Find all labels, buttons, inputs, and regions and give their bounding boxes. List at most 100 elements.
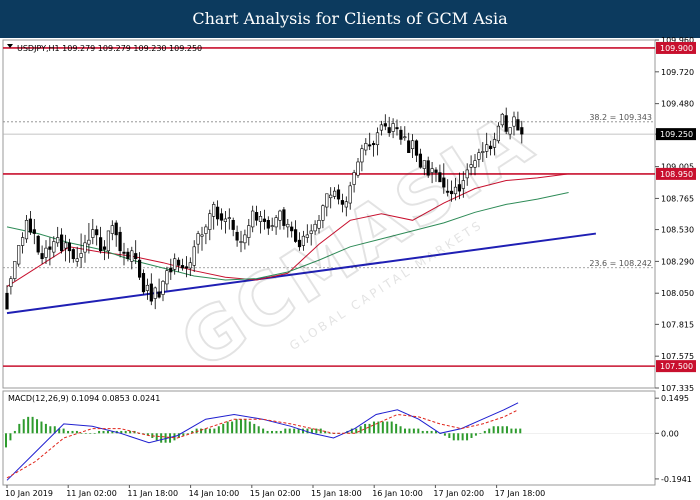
candle-body <box>114 222 118 236</box>
candle-body <box>130 250 134 262</box>
y-tick-label: 108.765 <box>661 194 694 203</box>
candle-body <box>110 225 114 234</box>
macd-histogram-bar <box>222 423 225 434</box>
candle-body <box>180 265 185 269</box>
candle-body <box>219 213 224 221</box>
macd-histogram-bar <box>408 428 411 434</box>
y-tick-label: 109.480 <box>661 100 694 109</box>
candle-body <box>196 233 200 245</box>
macd-histogram-bar <box>461 433 464 441</box>
candle-body <box>24 219 29 240</box>
candle-body <box>204 226 208 234</box>
candle-body <box>75 258 79 262</box>
candle-body <box>134 253 138 260</box>
chart-canvas: 38.2 = 109.34323.6 = 108.242 109.960109.… <box>2 36 696 498</box>
candle-body <box>371 143 376 146</box>
macd-header: MACD(12,26,9) 0.1094 0.0853 0.0241 <box>8 394 160 403</box>
macd-histogram-bar <box>466 433 469 441</box>
macd-histogram-bar <box>497 426 500 434</box>
candle-body <box>258 216 263 222</box>
candle-body <box>71 249 75 260</box>
macd-histogram-bar <box>488 428 491 434</box>
candle-body <box>102 246 107 250</box>
macd-histogram-bar <box>80 433 83 434</box>
macd-histogram-bar <box>355 428 358 434</box>
candle-body <box>36 235 40 253</box>
candle-body <box>332 190 337 197</box>
candle-body <box>212 204 216 217</box>
candle-body <box>122 251 126 254</box>
macd-histogram-bar <box>102 430 105 434</box>
candle-body <box>63 242 68 249</box>
macd-histogram-bar <box>62 428 65 434</box>
candle-body <box>28 218 33 233</box>
candle-body <box>145 284 150 291</box>
candle-body <box>223 218 228 222</box>
candle-body <box>173 258 177 270</box>
candle-body <box>91 229 95 238</box>
macd-histogram-bar <box>200 428 203 434</box>
macd-histogram-bar <box>514 428 517 434</box>
candle-body <box>231 219 235 230</box>
macd-histogram-bar <box>279 430 282 434</box>
candle-body <box>286 223 290 228</box>
macd-histogram-bar <box>262 428 265 434</box>
candle-body <box>352 172 356 185</box>
candle-body <box>59 234 64 252</box>
macd-histogram-bar <box>40 421 43 434</box>
macd-histogram-bar <box>239 419 242 434</box>
symbol-header: USDJPY,H1 109.279 109.279 109.230 109.25… <box>17 44 202 53</box>
candle-body <box>200 234 204 237</box>
macd-histogram-bar <box>84 433 87 434</box>
macd-histogram-bar <box>421 430 424 434</box>
x-tick-label: 14 Jan 10:00 <box>189 489 240 498</box>
candle-body <box>364 143 368 151</box>
macd-histogram-bar <box>470 433 473 438</box>
candle-body <box>56 237 60 244</box>
fibonacci-label: 23.6 = 108.242 <box>589 259 652 268</box>
macd-histogram-bar <box>13 430 16 434</box>
macd-histogram-bar <box>426 430 429 434</box>
macd-histogram-bar <box>75 430 78 434</box>
candle-body <box>161 280 165 295</box>
candle-body <box>329 194 333 199</box>
candle-body <box>410 140 415 150</box>
candle-body <box>356 161 360 176</box>
candle-body <box>403 136 407 139</box>
macd-histogram-bar <box>31 416 34 434</box>
level-price-label: 107.500 <box>660 362 693 371</box>
candle-body <box>9 278 13 287</box>
y-tick-label: 107.815 <box>661 320 694 329</box>
candle-body <box>5 292 9 310</box>
x-tick-label: 15 Jan 02:00 <box>250 489 301 498</box>
macd-histogram-bar <box>18 423 21 434</box>
macd-histogram-bar <box>386 421 389 434</box>
macd-plot-frame <box>2 390 656 486</box>
macd-histogram-bar <box>244 419 247 434</box>
candle-body <box>188 262 192 269</box>
macd-histogram-bar <box>49 426 52 434</box>
macd-histogram-bar <box>266 430 269 434</box>
macd-histogram-bar <box>519 428 522 434</box>
macd-histogram-bar <box>253 423 256 434</box>
candle-body <box>368 144 372 147</box>
y-tick-label: 107.335 <box>661 384 694 393</box>
candle-body <box>262 218 267 222</box>
macd-histogram-bar <box>368 423 371 434</box>
y-tick-label: 108.530 <box>661 226 694 235</box>
candle-body <box>118 231 122 252</box>
candle-body <box>83 242 87 253</box>
candle-body <box>44 247 48 258</box>
candle-body <box>106 230 110 252</box>
candle-body <box>247 225 251 238</box>
macd-histogram-bar <box>284 428 287 434</box>
y-tick-label: 109.720 <box>661 68 694 77</box>
level-price-label: 109.900 <box>660 44 693 53</box>
candle-body <box>126 251 130 260</box>
macd-histogram-bar <box>457 433 460 441</box>
candle-body <box>95 229 99 236</box>
candle-body <box>360 148 364 163</box>
candle-body <box>177 259 181 266</box>
macd-histogram-bar <box>395 423 398 434</box>
macd-histogram-bar <box>390 421 393 434</box>
